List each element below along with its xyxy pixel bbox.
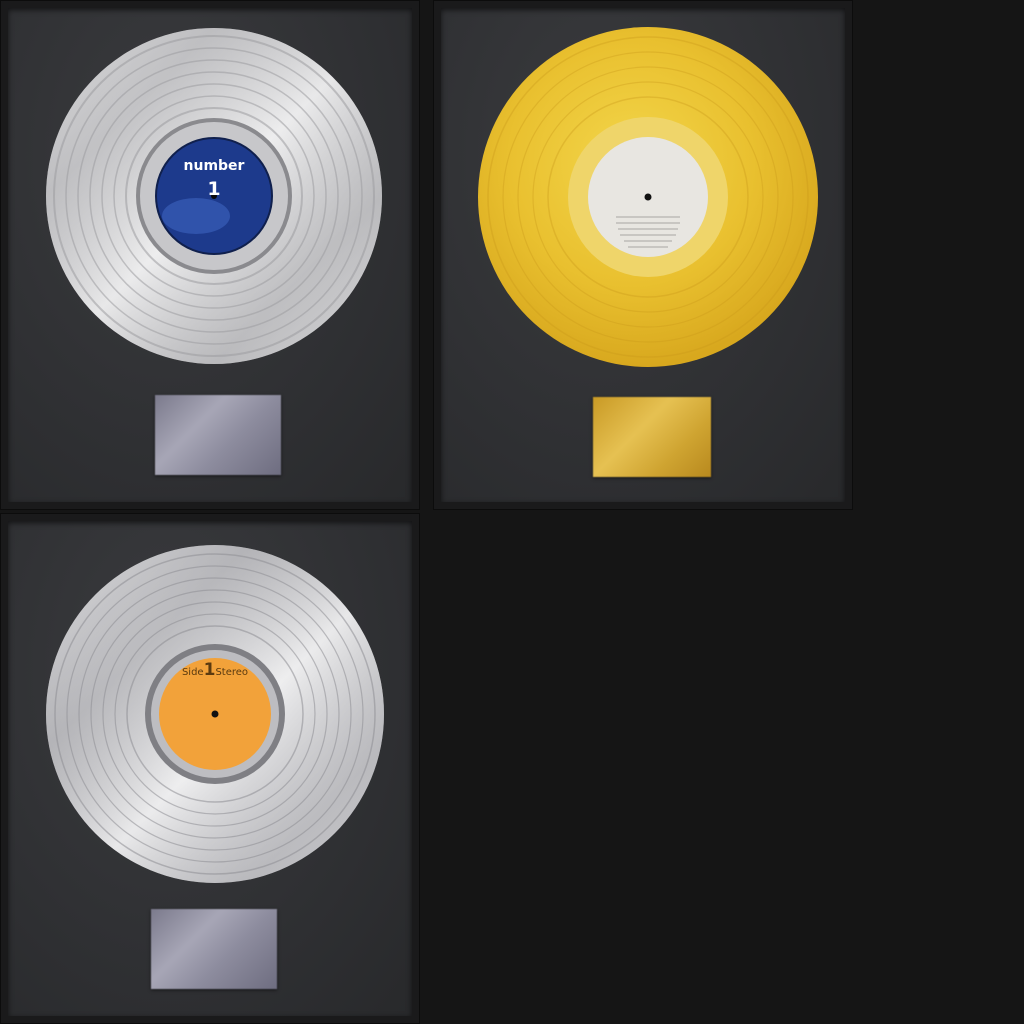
presentation-plaque [151, 909, 277, 989]
frame-mat [441, 8, 845, 502]
label-number: 1 [207, 178, 221, 200]
framed-record-platinum: number 1 [0, 0, 420, 510]
platinum-vinyl-disc: number 1 [46, 28, 382, 364]
frame-mat: number 1 [8, 8, 412, 502]
presentation-plaque [593, 397, 711, 477]
framed-record-gold [433, 0, 853, 510]
label-top-text: number [183, 158, 245, 174]
silver-vinyl-disc: Side1Stereo [46, 545, 384, 883]
label-stereo-text: Stereo [215, 667, 249, 678]
label-side-number: 1 [203, 660, 216, 680]
gold-vinyl-disc [478, 27, 818, 367]
label-side-row: Side1Stereo [46, 660, 384, 680]
label-side-text: Side [181, 667, 204, 678]
frame-mat: Side1Stereo [8, 521, 412, 1016]
presentation-plaque [155, 395, 281, 475]
framed-record-silver: Side1Stereo [0, 513, 420, 1024]
